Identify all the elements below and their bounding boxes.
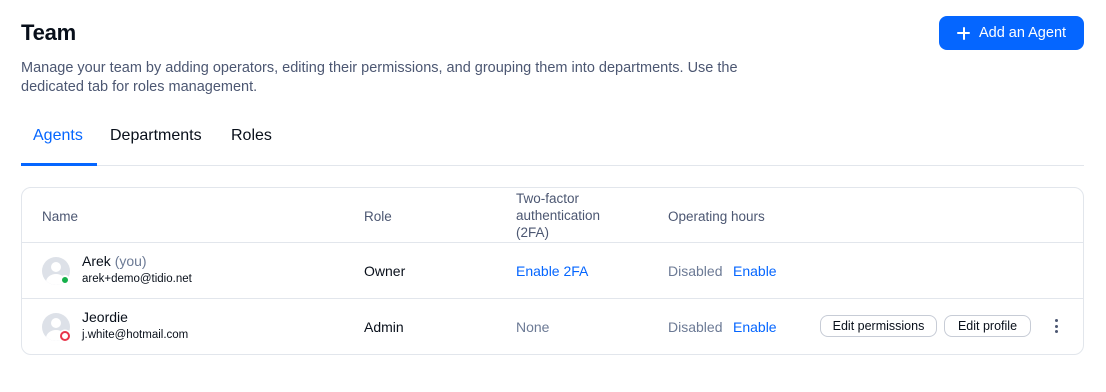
enable-2fa-link[interactable]: Enable 2FA xyxy=(516,263,588,279)
page-description: Manage your team by adding operators, ed… xyxy=(21,60,738,95)
edit-permissions-button[interactable]: Edit permissions xyxy=(820,315,937,337)
column-header-operating-hours: Operating hours xyxy=(668,209,765,224)
agent-role: Owner xyxy=(364,263,406,279)
column-header-2fa-line2: authentication xyxy=(516,208,601,223)
more-vertical-icon[interactable] xyxy=(1048,316,1064,336)
offline-status-dot xyxy=(60,331,70,341)
online-status-dot xyxy=(60,275,70,285)
column-header-2fa: Two-factor authentication (2FA) xyxy=(516,190,600,241)
row-divider xyxy=(22,298,1083,299)
operating-hours-status: Disabled xyxy=(668,319,723,335)
tab-roles[interactable]: Roles xyxy=(231,127,272,145)
agents-table: Name Role Two-factor authentication (2FA… xyxy=(21,187,1084,355)
tab-bar: Agents Departments Roles xyxy=(21,118,1084,166)
tab-agents[interactable]: Agents xyxy=(33,127,83,145)
tab-departments[interactable]: Departments xyxy=(110,127,202,145)
agent-name-text: Arek xyxy=(82,253,111,269)
enable-operating-hours-link[interactable]: Enable xyxy=(733,319,777,335)
you-label: (you) xyxy=(114,253,147,269)
plus-icon xyxy=(956,26,970,40)
page-title: Team xyxy=(21,20,77,45)
active-tab-indicator xyxy=(21,163,97,166)
agent-name: Jeordie xyxy=(82,309,128,325)
add-agent-button[interactable]: Add an Agent xyxy=(939,16,1084,50)
column-header-role: Role xyxy=(364,209,392,224)
column-header-2fa-line1: Two-factor xyxy=(516,191,580,206)
agent-role: Admin xyxy=(364,319,404,335)
row-divider xyxy=(22,242,1083,243)
agent-email: arek+demo@tidio.net xyxy=(82,273,192,285)
2fa-status: None xyxy=(516,319,550,335)
operating-hours-status: Disabled xyxy=(668,263,723,279)
agent-email: j.white@hotmail.com xyxy=(82,329,189,341)
add-agent-button-label: Add an Agent xyxy=(978,25,1067,41)
column-header-2fa-line3: (2FA) xyxy=(516,225,550,240)
enable-operating-hours-link[interactable]: Enable xyxy=(733,263,777,279)
edit-profile-button[interactable]: Edit profile xyxy=(944,315,1031,337)
column-header-name: Name xyxy=(42,209,79,224)
agent-name: Arek (you) xyxy=(82,253,147,269)
